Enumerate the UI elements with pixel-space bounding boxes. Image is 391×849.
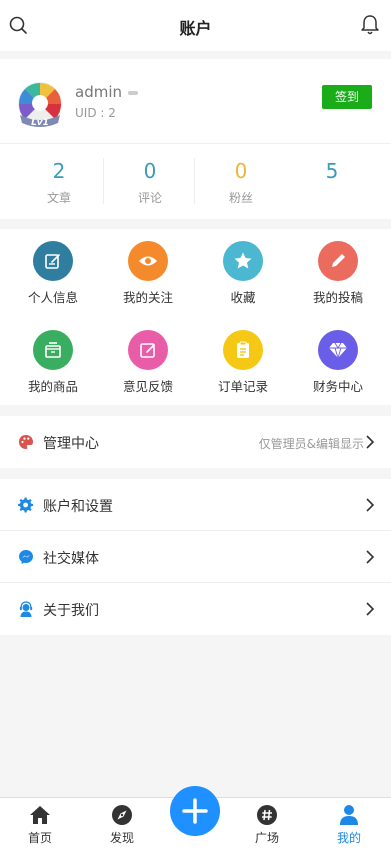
home-icon	[30, 806, 50, 824]
feature-grid: 个人信息 我的关注 收藏 我的投稿 我的商品 意见反馈 订单记录 财务中心	[0, 229, 391, 405]
feedback-icon	[128, 330, 168, 370]
stat-articles[interactable]: 2 文章	[14, 144, 104, 220]
grid-item-finance[interactable]: 财务中心	[290, 318, 386, 398]
box-icon	[33, 330, 73, 370]
tab-label: 首页	[27, 831, 52, 845]
grid-label: 订单记录	[217, 379, 268, 394]
chevron-right-icon	[366, 602, 375, 616]
stat-value: 2	[52, 159, 66, 183]
stats-bar: 2 文章 0 评论 0 粉丝 5	[0, 143, 391, 219]
eye-icon	[128, 241, 168, 281]
tab-mine[interactable]: 我的	[314, 798, 384, 849]
grid-item-favorites[interactable]: 收藏	[195, 229, 291, 309]
signin-button[interactable]: 签到	[322, 85, 372, 109]
menu-label: 账户和设置	[43, 499, 113, 515]
chevron-right-icon	[366, 435, 375, 449]
menu-hint: 仅管理员&编辑显示	[258, 437, 364, 451]
grid-label: 个人信息	[27, 290, 78, 305]
chevron-right-icon	[366, 550, 375, 564]
pencil-icon	[318, 241, 358, 281]
tab-home[interactable]: 首页	[5, 798, 75, 849]
divider	[103, 158, 104, 204]
menu-label: 管理中心	[43, 436, 99, 452]
chevron-right-icon	[366, 498, 375, 512]
bell-icon[interactable]	[358, 13, 382, 37]
menu-item-about-us[interactable]: 关于我们	[0, 583, 391, 635]
add-post-button[interactable]	[170, 786, 220, 836]
grid-item-my-products[interactable]: 我的商品	[5, 318, 101, 398]
tab-label: 广场	[254, 831, 279, 845]
menu-label: 关于我们	[43, 603, 99, 619]
avatar[interactable]: Lv1	[16, 81, 64, 129]
grid-item-submissions[interactable]: 我的投稿	[290, 229, 386, 309]
support-icon	[19, 601, 33, 617]
stat-value: 5	[325, 159, 339, 183]
tab-label: 我的	[336, 831, 361, 845]
menu-item-admin-center[interactable]: 管理中心 仅管理员&编辑显示	[0, 416, 391, 468]
top-bar: 账户	[0, 0, 391, 51]
page-title: 账户	[179, 19, 212, 38]
username: admin	[75, 83, 138, 101]
user-icon	[340, 805, 358, 825]
tab-label: 发现	[109, 831, 134, 845]
stat-fans[interactable]: 0 粉丝	[196, 144, 286, 220]
name-tag-icon	[128, 90, 138, 95]
star-icon	[223, 241, 263, 281]
gear-icon	[18, 497, 34, 513]
tab-plaza[interactable]: 广场	[232, 798, 302, 849]
menu-item-social-media[interactable]: 社交媒体	[0, 531, 391, 583]
stat-label: 评论	[137, 191, 162, 205]
grid-label: 我的投稿	[312, 290, 363, 305]
grid-label: 我的关注	[122, 290, 173, 305]
stat-extra[interactable]: 5	[287, 144, 377, 220]
compass-icon	[112, 805, 132, 825]
diamond-icon	[318, 330, 358, 370]
plus-icon	[182, 798, 208, 824]
palette-icon	[19, 435, 33, 449]
stat-comments[interactable]: 0 评论	[105, 144, 195, 220]
stat-label: 粉丝	[228, 191, 253, 205]
stat-label: 文章	[46, 191, 71, 205]
grid-item-feedback[interactable]: 意见反馈	[100, 318, 196, 398]
profile-card: Lv1 admin UID : 2 签到	[0, 59, 391, 143]
grid-item-profile-info[interactable]: 个人信息	[5, 229, 101, 309]
clipboard-icon	[223, 330, 263, 370]
user-id: UID : 2	[75, 106, 116, 120]
divider	[194, 158, 195, 204]
hashtag-icon	[257, 805, 277, 825]
grid-label: 财务中心	[312, 379, 363, 394]
messenger-icon	[19, 550, 33, 564]
edit-icon	[33, 241, 73, 281]
grid-item-orders[interactable]: 订单记录	[195, 318, 291, 398]
stat-value: 0	[143, 159, 157, 183]
grid-label: 收藏	[230, 290, 256, 305]
svg-text:Lv1: Lv1	[31, 118, 49, 128]
tab-discover[interactable]: 发现	[87, 798, 157, 849]
grid-label: 意见反馈	[122, 379, 173, 394]
grid-label: 我的商品	[27, 379, 78, 394]
grid-item-following[interactable]: 我的关注	[100, 229, 196, 309]
menu-item-account-settings[interactable]: 账户和设置	[0, 479, 391, 531]
stat-value: 0	[234, 159, 248, 183]
menu-label: 社交媒体	[43, 551, 99, 567]
